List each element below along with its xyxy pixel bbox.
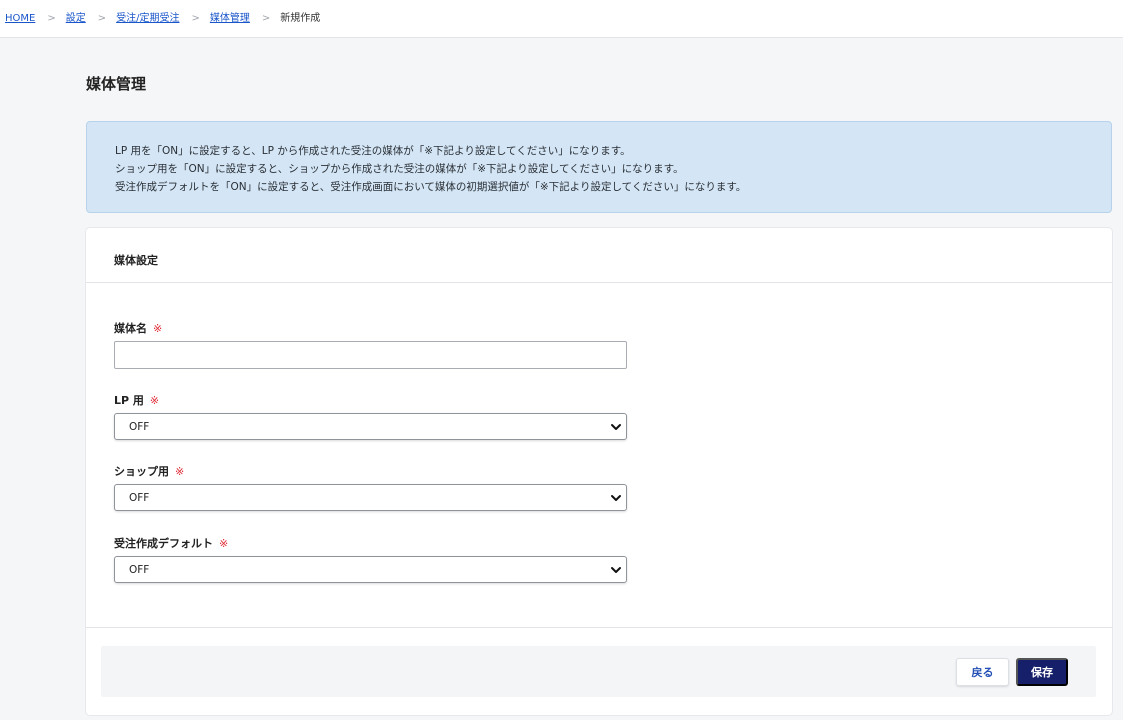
info-line-lp: LP 用を「ON」に設定すると、LP から作成された受注の媒体が「※下記より設定… — [115, 145, 631, 157]
chevron-down-icon — [611, 424, 621, 430]
order-default-label-text: 受注作成デフォルト — [114, 537, 213, 550]
shop-label-text: ショップ用 — [114, 465, 169, 478]
order-default-select[interactable]: OFF — [114, 556, 627, 583]
chevron-down-icon — [611, 567, 621, 573]
lp-select-value: OFF — [129, 421, 150, 433]
info-line-order-default: 受注作成デフォルトを「ON」に設定すると、受注作成画面において媒体の初期選択値が… — [115, 181, 747, 193]
media-name-field: 媒体名 ※ — [114, 321, 627, 369]
media-settings-card: 媒体設定 媒体名 ※ LP 用 ※ OFF ショップ用 ※ OFF 受注作成デフ… — [86, 228, 1112, 715]
shop-label: ショップ用 ※ — [114, 464, 185, 479]
top-bar: HOME > 設定 > 受注/定期受注 > 媒体管理 > 新規作成 — [0, 0, 1123, 38]
media-name-label: 媒体名 ※ — [114, 321, 163, 336]
back-button[interactable]: 戻る — [956, 658, 1009, 686]
breadcrumb-separator: > — [261, 13, 271, 24]
breadcrumb-separator: > — [191, 13, 200, 24]
breadcrumb-settings-link[interactable]: 設定 — [66, 12, 86, 26]
shop-field: ショップ用 ※ OFF — [114, 464, 627, 511]
breadcrumb-current: 新規作成 — [280, 13, 321, 24]
order-default-field: 受注作成デフォルト ※ OFF — [114, 536, 627, 583]
form-actions: 戻る 保存 — [101, 646, 1096, 697]
lp-select[interactable]: OFF — [114, 413, 627, 440]
media-name-input[interactable] — [114, 341, 627, 369]
lp-label: LP 用 ※ — [114, 393, 160, 408]
lp-field: LP 用 ※ OFF — [114, 393, 627, 440]
footer-divider — [86, 627, 1112, 628]
required-mark: ※ — [219, 536, 229, 550]
breadcrumb: HOME > 設定 > 受注/定期受注 > 媒体管理 > 新規作成 — [5, 12, 320, 26]
required-mark: ※ — [153, 321, 163, 335]
required-mark: ※ — [175, 464, 185, 478]
card-header: 媒体設定 — [86, 228, 1112, 283]
shop-select-value: OFF — [129, 492, 150, 504]
info-line-shop: ショップ用を「ON」に設定すると、ショップから作成された受注の媒体が「※下記より… — [115, 163, 684, 175]
breadcrumb-home-link[interactable]: HOME — [5, 12, 35, 26]
order-default-select-value: OFF — [129, 564, 150, 576]
breadcrumb-separator: > — [47, 13, 56, 24]
shop-select[interactable]: OFF — [114, 484, 627, 511]
breadcrumb-separator: > — [97, 13, 107, 24]
chevron-down-icon — [611, 495, 621, 501]
media-name-label-text: 媒体名 — [114, 322, 147, 335]
required-mark: ※ — [149, 393, 160, 407]
breadcrumb-media-link[interactable]: 媒体管理 — [210, 12, 250, 26]
info-notice: LP 用を「ON」に設定すると、LP から作成された受注の媒体が「※下記より設定… — [86, 121, 1112, 213]
save-button[interactable]: 保存 — [1016, 658, 1068, 686]
page-title: 媒体管理 — [86, 75, 147, 93]
order-default-label: 受注作成デフォルト ※ — [114, 536, 229, 551]
lp-label-text: LP 用 — [114, 394, 144, 407]
section-title: 媒体設定 — [114, 254, 158, 267]
breadcrumb-orders-link[interactable]: 受注/定期受注 — [116, 12, 179, 26]
